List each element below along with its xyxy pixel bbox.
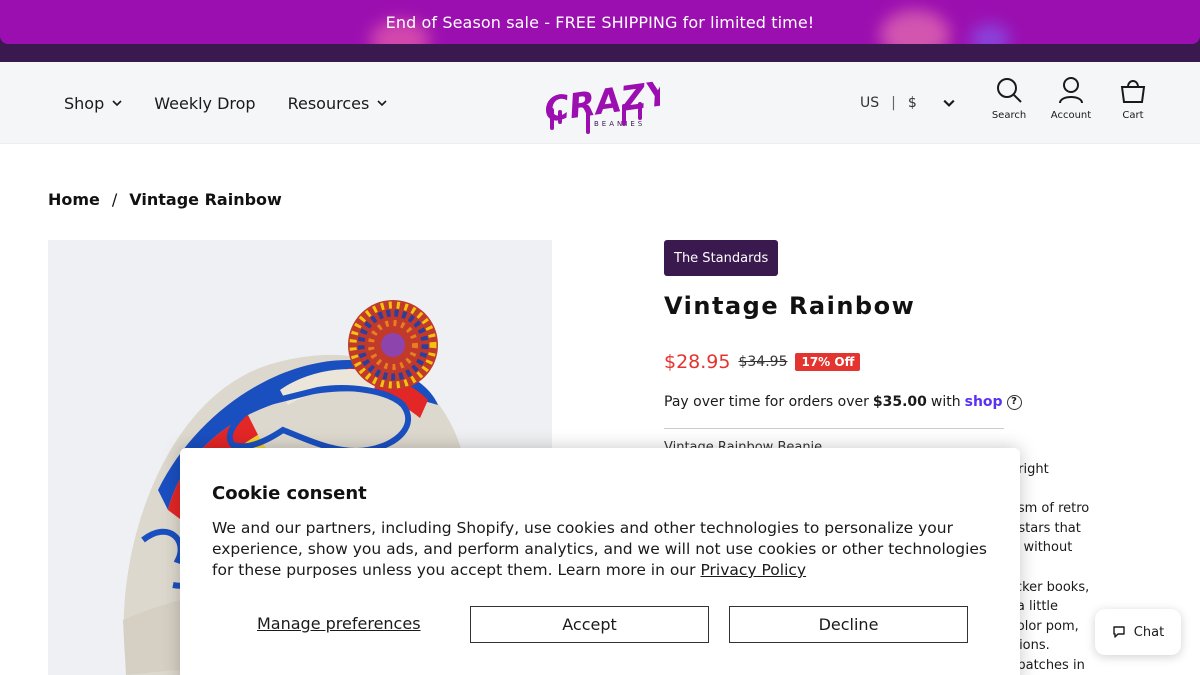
breadcrumb: Home / Vintage Rainbow xyxy=(48,190,282,209)
chat-icon xyxy=(1113,626,1125,638)
announcement-text: End of Season sale - FREE SHIPPING for l… xyxy=(385,12,815,32)
price-row: $28.95 $34.95 17% Off xyxy=(664,351,861,373)
site-header: Shop Weekly Drop Resources CRAZY BEANIES… xyxy=(0,62,1200,144)
breadcrumb-separator: / xyxy=(111,190,118,209)
installments-amount: $35.00 xyxy=(872,394,927,410)
main-nav: Shop Weekly Drop Resources xyxy=(64,62,387,144)
decline-button[interactable]: Decline xyxy=(729,606,968,643)
account-label: Account xyxy=(1050,110,1092,121)
chevron-down-icon xyxy=(377,100,387,107)
sale-price: $28.95 xyxy=(664,351,731,373)
chevron-down-icon xyxy=(112,100,122,107)
header-icons: Search Account Cart xyxy=(990,76,1152,121)
chevron-down-icon xyxy=(943,99,955,107)
nav-weekly-drop[interactable]: Weekly Drop xyxy=(154,94,255,113)
product-title: Vintage Rainbow xyxy=(664,292,916,320)
cookie-consent-dialog: Cookie consent We and our partners, incl… xyxy=(180,448,1020,675)
announcement-bar: End of Season sale - FREE SHIPPING for l… xyxy=(0,0,1200,62)
cart-button[interactable]: Cart xyxy=(1114,76,1152,121)
nav-shop[interactable]: Shop xyxy=(64,94,122,113)
logo-subword: BEANIES xyxy=(594,120,645,128)
nav-shop-label: Shop xyxy=(64,93,105,113)
chat-button[interactable]: Chat xyxy=(1095,609,1181,655)
locale-currency: $ xyxy=(907,95,917,111)
shop-pay-logo: shop xyxy=(964,394,1003,410)
breadcrumb-current: Vintage Rainbow xyxy=(129,190,282,209)
locale-country: US xyxy=(860,95,880,111)
privacy-policy-link[interactable]: Privacy Policy xyxy=(700,561,806,579)
discount-badge: 17% Off xyxy=(795,353,861,371)
help-icon[interactable]: ? xyxy=(1006,394,1022,410)
cookie-title: Cookie consent xyxy=(212,483,367,504)
chat-label: Chat xyxy=(1133,624,1165,640)
search-label: Search xyxy=(991,110,1027,121)
collection-tag[interactable]: The Standards xyxy=(664,240,779,276)
installments-prefix: Pay over time for orders over xyxy=(664,394,869,410)
cookie-body-text: We and our partners, including Shopify, … xyxy=(212,519,988,579)
nav-resources-label: Resources xyxy=(287,93,370,113)
installments-line: Pay over time for orders over $35.00 wit… xyxy=(664,394,1022,410)
accept-button[interactable]: Accept xyxy=(470,606,709,643)
cart-label: Cart xyxy=(1122,110,1144,121)
manage-preferences-link[interactable]: Manage preferences xyxy=(257,614,421,633)
search-icon xyxy=(997,78,1022,103)
locale-separator: | xyxy=(891,95,896,111)
search-button[interactable]: Search xyxy=(990,76,1028,121)
crazy-beanies-logo[interactable]: CRAZY BEANIES xyxy=(540,66,660,138)
cookie-body: We and our partners, including Shopify, … xyxy=(212,518,992,581)
nav-weekly-drop-label: Weekly Drop xyxy=(154,93,256,113)
installments-with: with xyxy=(930,394,961,410)
locale-selector[interactable]: US | $ xyxy=(860,62,955,144)
compare-price: $34.95 xyxy=(738,354,788,370)
divider xyxy=(664,428,1004,429)
account-button[interactable]: Account xyxy=(1050,76,1092,121)
cart-icon xyxy=(1120,80,1146,103)
nav-resources[interactable]: Resources xyxy=(288,94,388,113)
breadcrumb-home[interactable]: Home xyxy=(48,190,100,209)
announcement-banner: End of Season sale - FREE SHIPPING for l… xyxy=(0,0,1200,44)
account-icon xyxy=(1059,77,1083,104)
